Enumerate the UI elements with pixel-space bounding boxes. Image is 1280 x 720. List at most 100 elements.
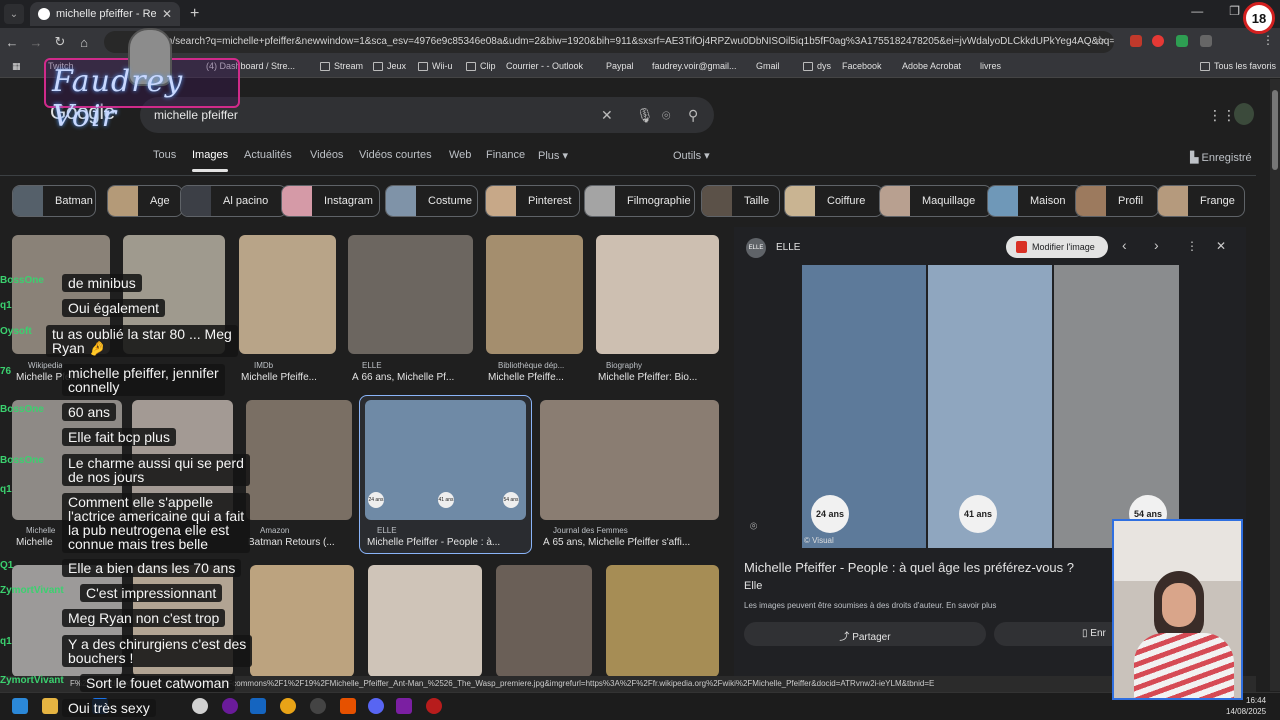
result-image[interactable] (540, 400, 719, 520)
result-image[interactable] (606, 565, 719, 677)
chip-filmographie[interactable]: Filmographie (584, 185, 695, 217)
windows-start-icon[interactable] (12, 698, 28, 714)
result-title[interactable]: À 65 ans, Michelle Pfeiffer s'affi... (543, 537, 719, 548)
discord-icon[interactable] (368, 698, 384, 714)
search-icon[interactable]: ⚲ (688, 107, 698, 124)
chip-taille[interactable]: Taille (701, 185, 780, 217)
preview-source[interactable]: ELLE (776, 242, 800, 253)
file-explorer-icon[interactable] (42, 698, 58, 714)
tab-outils[interactable]: Outils ▾ (673, 149, 710, 162)
edit-image-button[interactable]: Modifier l'image (1006, 236, 1108, 258)
page-scrollbar[interactable] (1270, 79, 1280, 691)
preview-title[interactable]: Michelle Pfeiffer - People : à quel âge … (744, 560, 1074, 575)
bookmark-all-favorites[interactable]: Tous les favoris (1200, 61, 1276, 71)
result-image[interactable] (368, 565, 482, 677)
tab-tous[interactable]: Tous (153, 149, 176, 161)
bookmark-facebook[interactable]: Facebook (842, 61, 882, 71)
extension-icon[interactable] (1176, 35, 1188, 47)
taskbar-app-icon[interactable] (192, 698, 208, 714)
result-title[interactable]: Michelle Pfeiffer: Bio... (598, 372, 718, 383)
chip-al-pacino[interactable]: Al pacino (180, 185, 287, 217)
forward-icon[interactable]: → (24, 35, 48, 50)
scrollbar-thumb[interactable] (1272, 90, 1278, 170)
clear-search-icon[interactable]: ✕ (601, 107, 613, 124)
bookmark-gmail-account[interactable]: faudrey.voir@gmail... (652, 61, 737, 71)
lens-search-icon[interactable]: ⌾ (662, 107, 670, 124)
tab-actualites[interactable]: Actualités (244, 149, 292, 161)
new-tab-icon[interactable]: + (190, 5, 199, 23)
chip-maquillage[interactable]: Maquillage (879, 185, 992, 217)
chip-instagram[interactable]: Instagram (281, 185, 380, 217)
bookmark-folder-clip[interactable]: Clip (466, 61, 496, 71)
previous-image-icon[interactable]: ‹ (1122, 237, 1127, 253)
result-image[interactable] (348, 235, 473, 354)
result-image[interactable] (250, 565, 354, 677)
extensions-puzzle-icon[interactable] (1200, 35, 1212, 47)
chip-age[interactable]: Age (107, 185, 183, 217)
tab-close-icon[interactable]: ✕ (162, 7, 172, 21)
result-image[interactable] (239, 235, 336, 354)
bookmark-folder-jeux[interactable]: Jeux (373, 61, 406, 71)
chip-frange[interactable]: Frange (1157, 185, 1245, 217)
bookmark-folder-dys[interactable]: dys (803, 61, 831, 71)
more-options-icon[interactable]: ⋮ (1186, 239, 1198, 253)
lens-icon[interactable]: ⌾ (750, 519, 757, 534)
taskbar-app-icon[interactable] (222, 698, 238, 714)
bookmark-paypal[interactable]: Paypal (606, 61, 634, 71)
bookmark-gmail[interactable]: Gmail (756, 61, 780, 71)
result-title[interactable]: Batman Retours (... (248, 537, 352, 548)
bookmark-folder-stream[interactable]: Stream (320, 61, 363, 71)
result-image[interactable] (596, 235, 719, 354)
chip-pinterest[interactable]: Pinterest (485, 185, 580, 217)
taskbar-app-icon[interactable] (250, 698, 266, 714)
bookmark-outlook[interactable]: Courrier - - Outlook (506, 61, 583, 71)
tab-videos-courtes[interactable]: Vidéos courtes (359, 149, 432, 161)
google-apps-icon[interactable]: ⋮⋮ (1208, 107, 1236, 124)
taskbar-app-icon[interactable] (426, 698, 442, 714)
minimize-icon[interactable]: — (1191, 4, 1203, 18)
chip-batman[interactable]: Batman (12, 185, 96, 217)
address-bar-input[interactable]: m/search?q=michelle+pfeiffer&newwindow=1… (104, 31, 1114, 53)
chrome-icon[interactable] (280, 698, 296, 714)
browser-menu-icon[interactable]: ⋮ (1262, 33, 1274, 47)
bookmark-acrobat[interactable]: Adobe Acrobat (902, 61, 961, 71)
tab-web[interactable]: Web (449, 149, 471, 161)
result-image[interactable] (486, 235, 583, 354)
result-title[interactable]: Michelle Pfeiffer - People : à... (367, 537, 527, 548)
preview-image[interactable]: 24 ans 41 ans 54 ans (802, 265, 1179, 548)
result-title[interactable]: Michelle Pfeiffe... (488, 372, 584, 383)
next-image-icon[interactable]: › (1154, 237, 1159, 253)
reload-icon[interactable]: ↻ (48, 34, 72, 50)
chip-profil[interactable]: Profil (1075, 185, 1159, 217)
taskbar-app-icon[interactable] (310, 698, 326, 714)
share-button[interactable]: ⤴ Partager (744, 622, 986, 646)
tab-search-icon[interactable]: ⌄ (4, 4, 24, 24)
taskbar-app-icon[interactable] (396, 698, 412, 714)
bookmark-folder-wiiu[interactable]: Wii-u (418, 61, 453, 71)
tab-plus[interactable]: Plus ▾ (538, 149, 568, 162)
result-title[interactable]: À 66 ans, Michelle Pf... (352, 372, 472, 383)
close-preview-icon[interactable]: ✕ (1216, 239, 1226, 253)
chip-coiffure[interactable]: Coiffure (784, 185, 883, 217)
chip-maison[interactable]: Maison (987, 185, 1083, 217)
tab-videos[interactable]: Vidéos (310, 149, 343, 161)
maximize-icon[interactable]: ❐ (1229, 4, 1240, 18)
result-image-selected[interactable]: 24 ans 41 ans 54 ans (365, 400, 526, 520)
browser-tab-active[interactable]: michelle pfeiffer - Recherche G ✕ (30, 2, 180, 26)
bookmark-star-icon[interactable]: ☆ (1094, 33, 1106, 49)
home-icon[interactable]: ⌂ (72, 35, 96, 50)
bookmark-livres[interactable]: livres (980, 61, 1001, 71)
result-image[interactable] (496, 565, 592, 677)
result-image[interactable] (246, 400, 352, 520)
saved-button[interactable]: ▙ Enregistré (1190, 151, 1252, 164)
tab-finance[interactable]: Finance (486, 149, 525, 161)
extension-icon[interactable] (1130, 35, 1142, 47)
account-avatar[interactable] (1234, 103, 1254, 125)
result-title[interactable]: Michelle Pfeiffe... (241, 372, 337, 383)
voice-search-icon[interactable]: 🎙 (636, 107, 654, 124)
taskbar-app-icon[interactable] (340, 698, 356, 714)
tab-images[interactable]: Images (192, 149, 229, 172)
chip-costume[interactable]: Costume (385, 185, 478, 217)
back-icon[interactable]: ← (0, 35, 24, 50)
extension-icon[interactable] (1152, 35, 1164, 47)
